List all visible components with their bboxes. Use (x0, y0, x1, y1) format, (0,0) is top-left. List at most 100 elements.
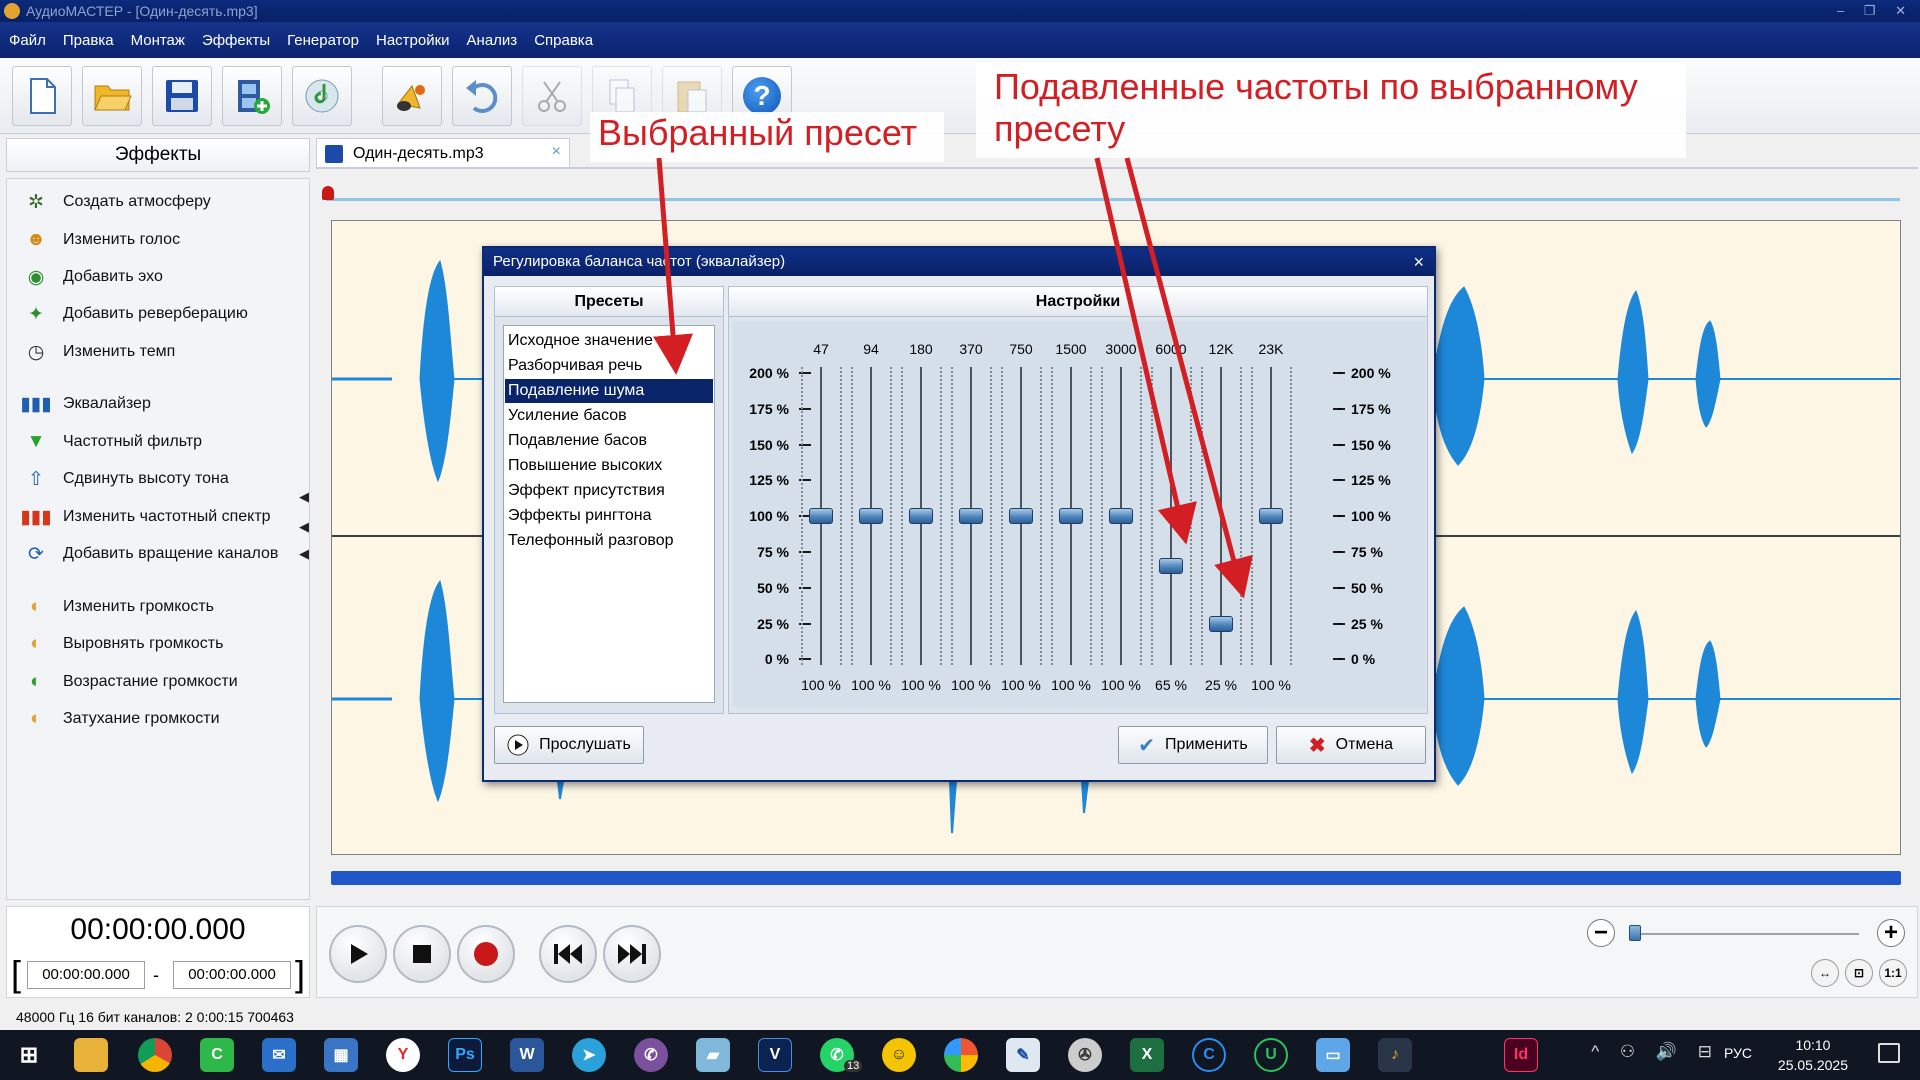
word-icon[interactable]: W (510, 1038, 544, 1072)
slider-thumb[interactable] (859, 508, 883, 525)
menu-montage[interactable]: Монтаж (131, 32, 185, 49)
slider-thumb[interactable] (1259, 508, 1283, 525)
zoom-out-button[interactable]: − (1587, 919, 1615, 947)
save-button[interactable] (152, 66, 212, 126)
effect-item-spectrum[interactable]: ▮▮▮ Изменить частотный спектр (20, 504, 270, 530)
effect-item-filter[interactable]: ▼ Частотный фильтр (23, 429, 202, 455)
file-explorer-icon[interactable] (74, 1038, 108, 1072)
zoom-in-button[interactable]: + (1877, 919, 1905, 947)
yandex-browser-icon[interactable]: Y (386, 1038, 420, 1072)
skip-back-button[interactable] (539, 925, 597, 983)
stop-button[interactable] (393, 925, 451, 983)
chevron-left-icon[interactable]: ◀ (299, 489, 309, 505)
preset-item[interactable]: Эффекты рингтона (505, 504, 713, 528)
color-app-icon[interactable] (944, 1038, 978, 1072)
green-app-icon[interactable]: C (200, 1038, 234, 1072)
preset-item[interactable]: Усиление басов (505, 404, 713, 428)
playhead-marker[interactable] (322, 186, 334, 200)
u-app-icon[interactable]: U (1254, 1038, 1288, 1072)
dialog-close-icon[interactable]: × (1413, 248, 1424, 276)
close-tab-icon[interactable]: × (552, 143, 561, 161)
slider-thumb[interactable] (809, 508, 833, 525)
selection-end-field[interactable]: 00:00:00.000 (173, 961, 291, 989)
file-tab[interactable]: Один-десять.mp3 × (316, 138, 570, 168)
cancel-button[interactable]: ✖ Отмена (1276, 726, 1426, 764)
undo-button[interactable] (452, 66, 512, 126)
notifications-icon[interactable] (1878, 1043, 1900, 1063)
preset-item[interactable]: Повышение высоких (505, 454, 713, 478)
chrome-icon[interactable] (138, 1038, 172, 1072)
menu-analysis[interactable]: Анализ (467, 32, 518, 49)
emoji-app-icon[interactable]: ☺ (882, 1038, 916, 1072)
preset-item[interactable]: Разборчивая речь (505, 354, 713, 378)
menu-file[interactable]: Файл (9, 32, 46, 49)
preset-item[interactable]: Подавление шума (505, 379, 713, 403)
horizontal-scrollbar[interactable] (331, 871, 1901, 885)
effect-item-fade-in[interactable]: ◐ Возрастание громкости (23, 669, 237, 695)
cut-button[interactable] (522, 66, 582, 126)
effect-item-reverb[interactable]: ✦ Добавить реверберацию (23, 301, 248, 327)
menu-generator[interactable]: Генератор (287, 32, 359, 49)
zoom-slider-handle[interactable] (1629, 925, 1641, 941)
effect-item-tempo[interactable]: ◷ Изменить темп (23, 339, 176, 365)
effect-item-volume[interactable]: ◐ Изменить громкость (23, 594, 214, 620)
zoom-selection-button[interactable]: ⊡ (1845, 959, 1873, 987)
slider-thumb[interactable] (1009, 508, 1033, 525)
effect-item-atmosphere[interactable]: ✲ Создать атмосферу (23, 189, 211, 215)
selection-start-field[interactable]: 00:00:00.000 (27, 961, 145, 989)
menu-settings[interactable]: Настройки (376, 32, 450, 49)
photoshop-icon[interactable]: Ps (448, 1038, 482, 1072)
effect-item-voice[interactable]: ☻ Изменить голос (23, 227, 180, 253)
menu-help[interactable]: Справка (534, 32, 593, 49)
effect-item-rotate[interactable]: ⟳ Добавить вращение каналов (23, 541, 278, 567)
timeline-ruler[interactable] (320, 184, 1900, 206)
preset-item[interactable]: Эффект присутствия (505, 479, 713, 503)
taskbar-clock[interactable]: 10:10 25.05.2025 (1778, 1035, 1848, 1075)
monitor-app-icon[interactable]: ▭ (1316, 1038, 1350, 1072)
language-indicator[interactable]: РУС (1724, 1045, 1752, 1061)
window-controls[interactable]: ‒ ❐ ✕ (1837, 0, 1914, 22)
effect-item-equalizer[interactable]: ▮▮▮ Эквалайзер (20, 391, 151, 417)
feather-app-icon[interactable]: ✎ (1006, 1038, 1040, 1072)
menu-effects[interactable]: Эффекты (202, 32, 270, 49)
chevron-left-icon[interactable]: ◀ (299, 546, 309, 562)
indesign-icon[interactable]: Id (1504, 1038, 1538, 1072)
effect-item-fade-out[interactable]: ◐ Затухание громкости (23, 706, 219, 732)
excel-icon[interactable]: X (1130, 1038, 1164, 1072)
outlook-icon[interactable]: ✉ (262, 1038, 296, 1072)
add-video-button[interactable] (222, 66, 282, 126)
c-app-icon[interactable]: C (1192, 1038, 1226, 1072)
chevron-left-icon[interactable]: ◀ (299, 519, 309, 535)
slider-thumb[interactable] (909, 508, 933, 525)
skip-forward-button[interactable] (603, 925, 661, 983)
film-reel-icon[interactable]: ✇ (1068, 1038, 1102, 1072)
windows-start-icon[interactable]: ⊞ (12, 1038, 46, 1072)
slider-thumb[interactable] (1059, 508, 1083, 525)
system-tray[interactable]: ^ ⚇ 🔊 ⊟ (1591, 1042, 1720, 1062)
zoom-fit-button[interactable]: ↔ (1811, 959, 1839, 987)
record-button[interactable] (457, 925, 515, 983)
menu-edit[interactable]: Правка (63, 32, 114, 49)
viber-icon[interactable]: ✆ (634, 1038, 668, 1072)
play-button[interactable] (329, 925, 387, 983)
slider-track[interactable] (1170, 367, 1172, 666)
cd-button[interactable] (292, 66, 352, 126)
slider-thumb[interactable] (1109, 508, 1133, 525)
calculator-icon[interactable]: ▦ (324, 1038, 358, 1072)
audio-effects-button[interactable] (382, 66, 442, 126)
audiomaster-task-icon[interactable]: ♪ (1378, 1038, 1412, 1072)
open-button[interactable] (82, 66, 142, 126)
slider-thumb[interactable] (1159, 558, 1183, 575)
preset-item[interactable]: Исходное значение (505, 329, 713, 353)
zoom-one-to-one-button[interactable]: 1:1 (1879, 959, 1907, 987)
slider-thumb[interactable] (959, 508, 983, 525)
effect-item-normalize[interactable]: ◐ Выровнять громкость (23, 631, 223, 657)
visio-icon[interactable]: V (758, 1038, 792, 1072)
apply-button[interactable]: ✔ Применить (1118, 726, 1268, 764)
preset-item[interactable]: Телефонный разговор (505, 529, 713, 553)
telegram-icon[interactable]: ➤ (572, 1038, 606, 1072)
zoom-slider-track[interactable] (1629, 933, 1859, 935)
preset-item[interactable]: Подавление басов (505, 429, 713, 453)
new-file-button[interactable] (12, 66, 72, 126)
listen-button[interactable]: Прослушать (494, 726, 644, 764)
